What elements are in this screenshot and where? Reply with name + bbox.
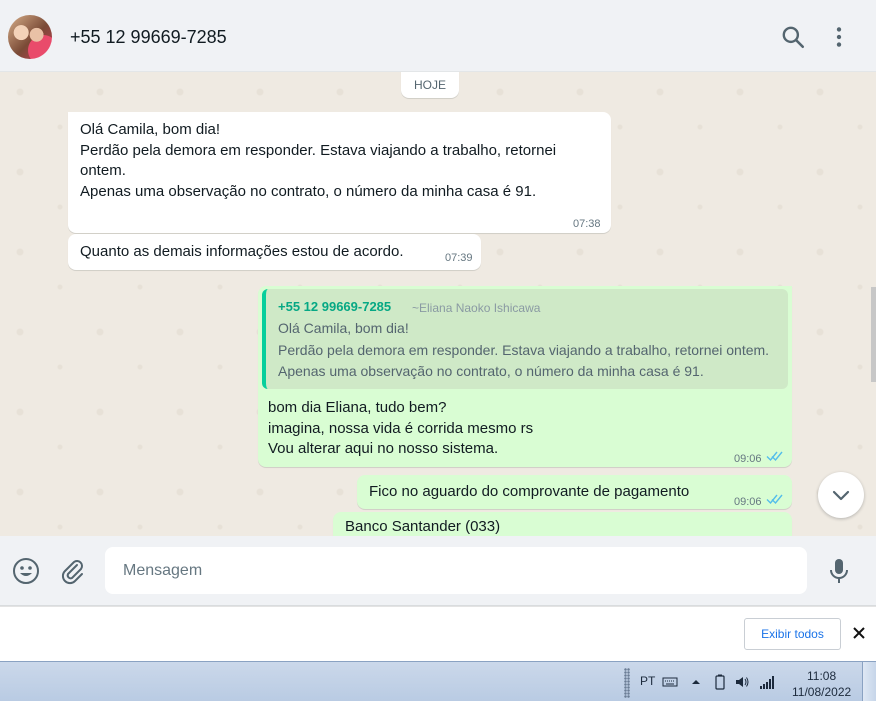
- message-text: Fico no aguardo do comprovante de pagame…: [369, 483, 690, 500]
- quote-push-name: ~Eliana Naoko Ishicawa: [412, 301, 541, 315]
- windows-taskbar: PT 11:08 11/08/2022: [0, 661, 876, 701]
- chevron-down-icon: [832, 490, 850, 501]
- battery-icon[interactable]: [712, 674, 728, 690]
- attach-icon[interactable]: [57, 556, 87, 586]
- message-outgoing[interactable]: +55 12 99669-7285 ~Eliana Naoko Ishicawa…: [258, 286, 792, 467]
- menu-icon[interactable]: [826, 24, 852, 50]
- message-text: bom dia Eliana, tudo bem? imagina, nossa…: [268, 399, 534, 457]
- message-input[interactable]: [105, 547, 807, 594]
- message-outgoing[interactable]: Banco Santander (033): [333, 512, 792, 536]
- message-incoming[interactable]: Quanto as demais informações estou de ac…: [68, 234, 481, 270]
- keyboard-icon[interactable]: [662, 674, 678, 690]
- scrollbar-thumb[interactable]: [871, 287, 876, 382]
- show-desktop-button[interactable]: [862, 662, 876, 701]
- quote-author: +55 12 99669-7285: [278, 299, 392, 314]
- show-all-button[interactable]: Exibir todos: [744, 618, 841, 650]
- language-indicator[interactable]: PT: [640, 674, 655, 688]
- taskbar-grip[interactable]: [624, 668, 630, 698]
- network-signal-icon[interactable]: [759, 674, 775, 690]
- message-text: Quanto as demais informações estou de ac…: [80, 243, 404, 260]
- clock-time[interactable]: 11:08: [807, 669, 836, 683]
- message-time: 07:38: [573, 218, 601, 230]
- volume-icon[interactable]: [734, 674, 750, 690]
- download-bar: Exibir todos: [0, 606, 876, 661]
- message-time: 07:39: [445, 252, 473, 264]
- message-time: 09:06: [734, 453, 762, 465]
- quote-text: Olá Camila, bom dia! Perdão pela demora …: [278, 320, 770, 379]
- chat-header: +55 12 99669-7285: [0, 0, 876, 72]
- quoted-message[interactable]: +55 12 99669-7285 ~Eliana Naoko Ishicawa…: [262, 289, 788, 389]
- chat-panel[interactable]: HOJE Olá Camila, bom dia! Perdão pela de…: [0, 72, 876, 536]
- scroll-to-bottom-button[interactable]: [818, 472, 864, 518]
- show-hidden-icons-icon[interactable]: [688, 674, 704, 690]
- contact-avatar[interactable]: [8, 15, 52, 59]
- message-outgoing[interactable]: Fico no aguardo do comprovante de pagame…: [357, 475, 792, 509]
- read-ticks-icon: [766, 451, 783, 462]
- message-composer: [0, 536, 876, 606]
- clock-date[interactable]: 11/08/2022: [792, 685, 851, 699]
- message-text: Banco Santander (033): [345, 518, 501, 535]
- read-ticks-icon: [766, 494, 783, 505]
- microphone-icon[interactable]: [824, 556, 854, 586]
- message-text: Olá Camila, bom dia! Perdão pela demora …: [80, 121, 557, 200]
- search-icon[interactable]: [780, 24, 806, 50]
- contact-name[interactable]: +55 12 99669-7285: [70, 27, 227, 48]
- message-incoming[interactable]: Olá Camila, bom dia! Perdão pela demora …: [68, 112, 611, 233]
- close-icon[interactable]: [850, 624, 868, 642]
- message-time: 09:06: [734, 496, 762, 508]
- emoji-icon[interactable]: [11, 556, 41, 586]
- date-chip: HOJE: [401, 72, 459, 98]
- chat-scrollbar[interactable]: [870, 72, 876, 536]
